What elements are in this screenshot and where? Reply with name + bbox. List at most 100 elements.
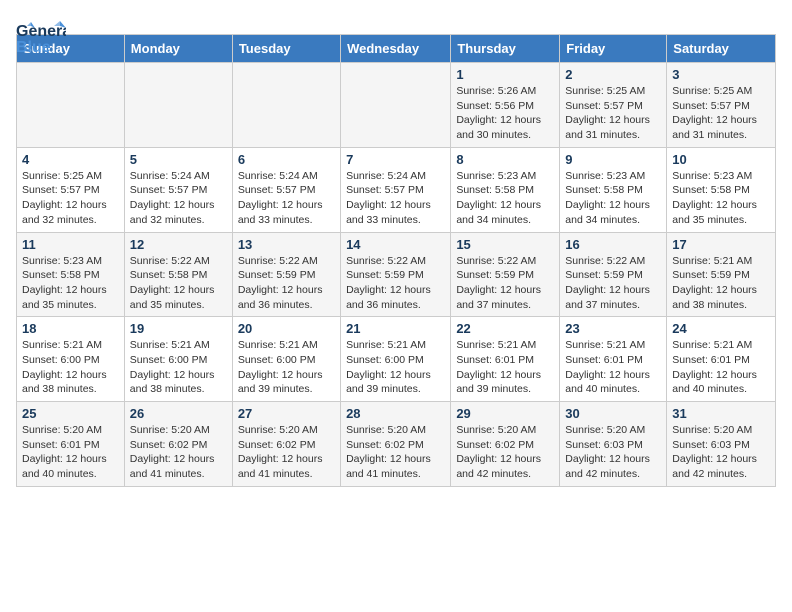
calendar-cell: 31 Sunrise: 5:20 AM Sunset: 6:03 PM Dayli… [667, 402, 776, 487]
calendar-cell: 5 Sunrise: 5:24 AM Sunset: 5:57 PM Daylig… [124, 147, 232, 232]
header-wednesday: Wednesday [341, 35, 451, 63]
day-info: Sunrise: 5:21 AM Sunset: 6:01 PM Dayligh… [456, 338, 554, 397]
calendar-cell: 16 Sunrise: 5:22 AM Sunset: 5:59 PM Dayli… [560, 232, 667, 317]
calendar-cell: 11 Sunrise: 5:23 AM Sunset: 5:58 PM Dayli… [17, 232, 125, 317]
day-info: Sunrise: 5:20 AM Sunset: 6:02 PM Dayligh… [456, 423, 554, 482]
day-info: Sunrise: 5:24 AM Sunset: 5:57 PM Dayligh… [346, 169, 445, 228]
header-thursday: Thursday [451, 35, 560, 63]
svg-text:Blue: Blue [16, 39, 51, 56]
day-info: Sunrise: 5:23 AM Sunset: 5:58 PM Dayligh… [672, 169, 770, 228]
day-number: 10 [672, 152, 770, 167]
calendar-cell: 12 Sunrise: 5:22 AM Sunset: 5:58 PM Dayli… [124, 232, 232, 317]
day-info: Sunrise: 5:20 AM Sunset: 6:03 PM Dayligh… [672, 423, 770, 482]
day-number: 5 [130, 152, 227, 167]
calendar-header-row: SundayMondayTuesdayWednesdayThursdayFrid… [17, 35, 776, 63]
header-friday: Friday [560, 35, 667, 63]
day-number: 27 [238, 406, 335, 421]
calendar-cell: 21 Sunrise: 5:21 AM Sunset: 6:00 PM Dayli… [341, 317, 451, 402]
day-info: Sunrise: 5:22 AM Sunset: 5:59 PM Dayligh… [238, 254, 335, 313]
day-info: Sunrise: 5:24 AM Sunset: 5:57 PM Dayligh… [238, 169, 335, 228]
day-info: Sunrise: 5:22 AM Sunset: 5:59 PM Dayligh… [456, 254, 554, 313]
calendar-cell: 1Sunrise: 5:26 AM Sunset: 5:56 PM Daylig… [451, 63, 560, 148]
calendar-cell [232, 63, 340, 148]
day-number: 4 [22, 152, 119, 167]
calendar-cell: 17Sunrise: 5:21 AM Sunset: 5:59 PM Dayli… [667, 232, 776, 317]
day-info: Sunrise: 5:22 AM Sunset: 5:59 PM Dayligh… [346, 254, 445, 313]
calendar-cell: 3Sunrise: 5:25 AM Sunset: 5:57 PM Daylig… [667, 63, 776, 148]
calendar-week-4: 18Sunrise: 5:21 AM Sunset: 6:00 PM Dayli… [17, 317, 776, 402]
day-info: Sunrise: 5:20 AM Sunset: 6:01 PM Dayligh… [22, 423, 119, 482]
day-number: 21 [346, 321, 445, 336]
day-number: 13 [238, 237, 335, 252]
day-number: 25 [22, 406, 119, 421]
logo-icon: General Blue [16, 16, 66, 56]
calendar-cell: 28Sunrise: 5:20 AM Sunset: 6:02 PM Dayli… [341, 402, 451, 487]
day-info: Sunrise: 5:21 AM Sunset: 6:01 PM Dayligh… [672, 338, 770, 397]
day-info: Sunrise: 5:20 AM Sunset: 6:02 PM Dayligh… [130, 423, 227, 482]
day-number: 11 [22, 237, 119, 252]
day-number: 24 [672, 321, 770, 336]
calendar-cell: 20 Sunrise: 5:21 AM Sunset: 6:00 PM Dayli… [232, 317, 340, 402]
day-info: Sunrise: 5:21 AM Sunset: 6:00 PM Dayligh… [22, 338, 119, 397]
day-number: 17 [672, 237, 770, 252]
day-number: 26 [130, 406, 227, 421]
day-info: Sunrise: 5:21 AM Sunset: 6:00 PM Dayligh… [346, 338, 445, 397]
calendar-cell: 29 Sunrise: 5:20 AM Sunset: 6:02 PM Dayli… [451, 402, 560, 487]
day-info: Sunrise: 5:21 AM Sunset: 6:01 PM Dayligh… [565, 338, 661, 397]
day-number: 20 [238, 321, 335, 336]
calendar-cell: 15 Sunrise: 5:22 AM Sunset: 5:59 PM Dayli… [451, 232, 560, 317]
day-info: Sunrise: 5:21 AM Sunset: 6:00 PM Dayligh… [238, 338, 335, 397]
day-number: 23 [565, 321, 661, 336]
calendar-cell: 8 Sunrise: 5:23 AM Sunset: 5:58 PM Daylig… [451, 147, 560, 232]
day-number: 15 [456, 237, 554, 252]
calendar-cell: 27 Sunrise: 5:20 AM Sunset: 6:02 PM Dayli… [232, 402, 340, 487]
calendar-cell: 10 Sunrise: 5:23 AM Sunset: 5:58 PM Dayli… [667, 147, 776, 232]
day-info: Sunrise: 5:24 AM Sunset: 5:57 PM Dayligh… [130, 169, 227, 228]
day-number: 7 [346, 152, 445, 167]
day-number: 29 [456, 406, 554, 421]
header: General Blue [16, 16, 776, 26]
calendar-cell: 13 Sunrise: 5:22 AM Sunset: 5:59 PM Dayli… [232, 232, 340, 317]
day-info: Sunrise: 5:22 AM Sunset: 5:59 PM Dayligh… [565, 254, 661, 313]
calendar-cell: 18Sunrise: 5:21 AM Sunset: 6:00 PM Dayli… [17, 317, 125, 402]
calendar-cell: 19Sunrise: 5:21 AM Sunset: 6:00 PM Dayli… [124, 317, 232, 402]
day-info: Sunrise: 5:23 AM Sunset: 5:58 PM Dayligh… [565, 169, 661, 228]
day-number: 28 [346, 406, 445, 421]
day-info: Sunrise: 5:26 AM Sunset: 5:56 PM Dayligh… [456, 84, 554, 143]
day-info: Sunrise: 5:23 AM Sunset: 5:58 PM Dayligh… [22, 254, 119, 313]
calendar-week-3: 11 Sunrise: 5:23 AM Sunset: 5:58 PM Dayli… [17, 232, 776, 317]
calendar-cell: 9 Sunrise: 5:23 AM Sunset: 5:58 PM Daylig… [560, 147, 667, 232]
day-info: Sunrise: 5:25 AM Sunset: 5:57 PM Dayligh… [565, 84, 661, 143]
day-number: 31 [672, 406, 770, 421]
calendar-cell [341, 63, 451, 148]
calendar-cell [124, 63, 232, 148]
day-info: Sunrise: 5:25 AM Sunset: 5:57 PM Dayligh… [672, 84, 770, 143]
day-number: 16 [565, 237, 661, 252]
day-number: 12 [130, 237, 227, 252]
calendar-cell: 14 Sunrise: 5:22 AM Sunset: 5:59 PM Dayli… [341, 232, 451, 317]
day-number: 14 [346, 237, 445, 252]
calendar-cell: 26 Sunrise: 5:20 AM Sunset: 6:02 PM Dayli… [124, 402, 232, 487]
day-info: Sunrise: 5:20 AM Sunset: 6:02 PM Dayligh… [238, 423, 335, 482]
day-number: 8 [456, 152, 554, 167]
day-number: 30 [565, 406, 661, 421]
day-info: Sunrise: 5:22 AM Sunset: 5:58 PM Dayligh… [130, 254, 227, 313]
day-number: 22 [456, 321, 554, 336]
calendar-table: SundayMondayTuesdayWednesdayThursdayFrid… [16, 34, 776, 487]
calendar-cell [17, 63, 125, 148]
day-info: Sunrise: 5:25 AM Sunset: 5:57 PM Dayligh… [22, 169, 119, 228]
calendar-cell: 6 Sunrise: 5:24 AM Sunset: 5:57 PM Daylig… [232, 147, 340, 232]
day-info: Sunrise: 5:23 AM Sunset: 5:58 PM Dayligh… [456, 169, 554, 228]
calendar-week-2: 4 Sunrise: 5:25 AM Sunset: 5:57 PM Daylig… [17, 147, 776, 232]
calendar-week-1: 1Sunrise: 5:26 AM Sunset: 5:56 PM Daylig… [17, 63, 776, 148]
calendar-cell: 30Sunrise: 5:20 AM Sunset: 6:03 PM Dayli… [560, 402, 667, 487]
day-number: 9 [565, 152, 661, 167]
header-saturday: Saturday [667, 35, 776, 63]
day-number: 6 [238, 152, 335, 167]
calendar-cell: 23 Sunrise: 5:21 AM Sunset: 6:01 PM Dayli… [560, 317, 667, 402]
calendar-cell: 22 Sunrise: 5:21 AM Sunset: 6:01 PM Dayli… [451, 317, 560, 402]
calendar-cell: 24 Sunrise: 5:21 AM Sunset: 6:01 PM Dayli… [667, 317, 776, 402]
header-monday: Monday [124, 35, 232, 63]
calendar-cell: 7 Sunrise: 5:24 AM Sunset: 5:57 PM Daylig… [341, 147, 451, 232]
calendar-cell: 25 Sunrise: 5:20 AM Sunset: 6:01 PM Dayli… [17, 402, 125, 487]
